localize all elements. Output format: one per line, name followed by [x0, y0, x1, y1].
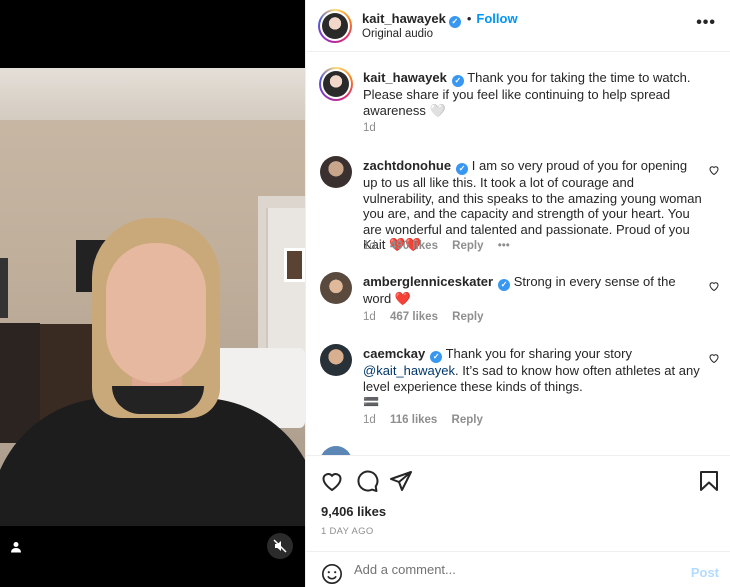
video-frame[interactable]	[0, 68, 305, 526]
reply-button[interactable]: Reply	[452, 240, 483, 252]
share-icon[interactable]	[389, 469, 413, 493]
comment-meta: 1d 467 likes Reply	[363, 311, 495, 323]
video-player[interactable]	[0, 0, 305, 587]
comment-time[interactable]: 1d	[363, 311, 376, 323]
heart-icon[interactable]	[708, 352, 720, 364]
header-separator: •	[466, 11, 472, 26]
caption-avatar[interactable]	[319, 67, 353, 101]
video-person-face	[106, 243, 206, 383]
caption: kait_hawayek ✓ Thank you for taking the t…	[319, 67, 720, 138]
comment-body: amberglenniceskater ✓ Strong in every sen…	[363, 274, 705, 307]
post-actions: 9,406 likes 1 DAY AGO	[306, 455, 730, 545]
commenter-avatar[interactable]	[320, 344, 352, 376]
verified-icon: ✓	[456, 163, 469, 175]
author-username[interactable]: kait_hawayek	[362, 11, 446, 26]
comment-icon[interactable]	[355, 469, 379, 493]
comment-body: caemckay ✓ Thank you for sharing your sto…	[363, 346, 705, 410]
heart-icon[interactable]	[320, 469, 344, 493]
video-lamp	[0, 258, 8, 318]
author-avatar[interactable]	[318, 9, 352, 43]
user-tag-icon[interactable]	[8, 539, 24, 555]
comment-emoji: 🟰	[363, 394, 380, 409]
comment-username[interactable]: caemckay	[363, 346, 425, 361]
verified-icon: ✓	[430, 351, 443, 363]
caption-meta: 1d	[363, 122, 387, 134]
video-ceiling	[0, 68, 305, 120]
heart-icon[interactable]	[708, 280, 720, 292]
header-name-row: kait_hawayek ✓ • Follow	[362, 11, 518, 28]
heart-icon[interactable]	[708, 164, 720, 176]
comment-time[interactable]: 1d	[363, 240, 376, 252]
emoji-icon[interactable]	[321, 563, 343, 585]
comment-meta: 1d 116 likes Reply	[363, 414, 494, 426]
comment-time[interactable]: 1d	[363, 414, 376, 426]
mute-icon[interactable]	[267, 533, 293, 559]
commenter-avatar[interactable]	[320, 446, 352, 455]
comment-likes[interactable]: 467 likes	[390, 311, 438, 323]
comment-text: Thank you for sharing your story	[445, 346, 632, 361]
comment-body: zachtdonohue ✓ I am so very proud of you …	[363, 158, 705, 253]
caption-time[interactable]: 1d	[363, 122, 376, 134]
verified-icon: ✓	[448, 16, 461, 28]
comment-likes[interactable]: 490 likes	[390, 240, 438, 252]
comment-item: caemckay ✓ Thank you for sharing your sto…	[320, 344, 720, 434]
caption-username[interactable]: kait_hawayek	[363, 70, 447, 85]
video-person-collar	[112, 386, 204, 414]
comment-meta: 1d 490 likes Reply •••	[363, 240, 521, 252]
caption-body: kait_hawayek ✓ Thank you for taking the t…	[363, 70, 705, 118]
comment-item: amberglenniceskater ✓ Strong in every sen…	[320, 272, 720, 328]
add-comment-bar: Post	[306, 551, 730, 587]
add-comment-input[interactable]	[354, 562, 674, 577]
comment-item-partial	[320, 446, 720, 455]
comment-username[interactable]: zachtdonohue	[363, 158, 451, 173]
comments-list[interactable]: kait_hawayek ✓ Thank you for taking the t…	[306, 52, 730, 455]
bookmark-icon[interactable]	[697, 469, 721, 493]
reply-button[interactable]: Reply	[452, 311, 483, 323]
post-panel: kait_hawayek ✓ • Follow Original audio ••• …	[305, 0, 730, 587]
commenter-avatar[interactable]	[320, 156, 352, 188]
comment-likes[interactable]: 116 likes	[390, 414, 437, 426]
verified-icon: ✓	[451, 75, 464, 87]
follow-button[interactable]: Follow	[476, 11, 517, 26]
original-audio-link[interactable]: Original audio	[362, 28, 433, 40]
commenter-avatar[interactable]	[320, 272, 352, 304]
reply-button[interactable]: Reply	[452, 414, 483, 426]
post-button[interactable]: Post	[691, 565, 719, 580]
post-header: kait_hawayek ✓ • Follow Original audio •••	[306, 0, 730, 52]
verified-icon: ✓	[498, 279, 511, 291]
comment-emoji: ❤️	[394, 291, 411, 306]
comment-more-icon[interactable]: •••	[498, 240, 510, 252]
more-icon[interactable]: •••	[696, 14, 716, 32]
comment-mention[interactable]: @kait_hawayek	[363, 363, 455, 378]
comment-item: zachtdonohue ✓ I am so very proud of you …	[320, 156, 720, 256]
comment-username[interactable]: amberglenniceskater	[363, 274, 493, 289]
post-time[interactable]: 1 DAY AGO	[321, 526, 374, 537]
likes-count[interactable]: 9,406 likes	[321, 504, 386, 519]
video-wall-picture	[284, 248, 305, 282]
